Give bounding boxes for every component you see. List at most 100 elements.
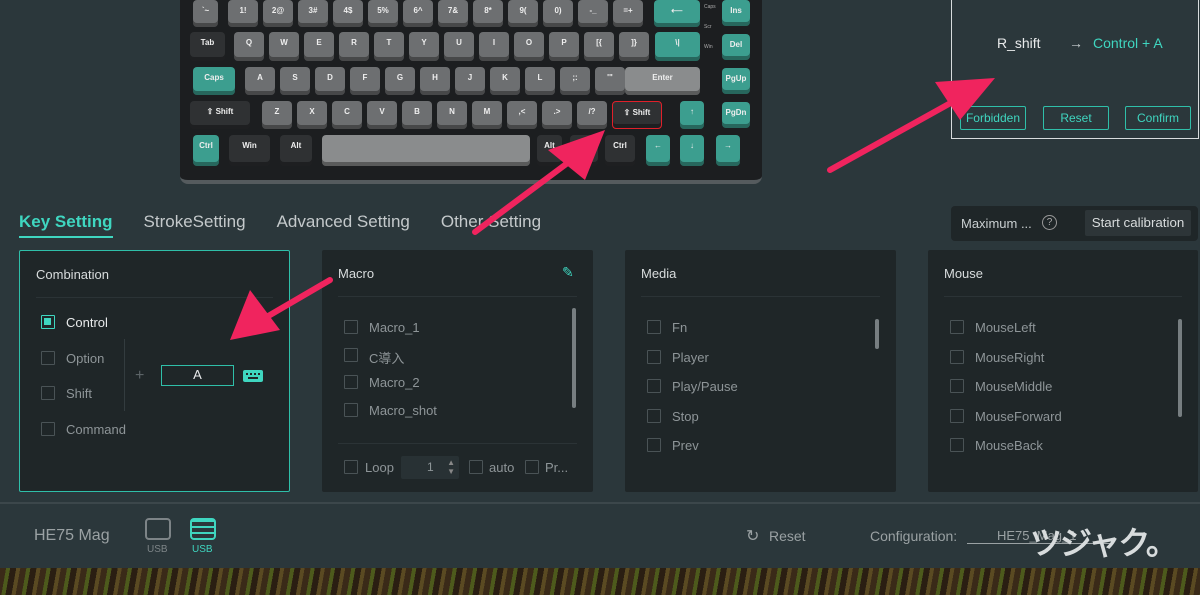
keyboard-key[interactable]: K	[490, 67, 520, 95]
keyboard-key[interactable]: E	[304, 32, 334, 61]
confirm-button[interactable]: Confirm	[1125, 106, 1191, 130]
keyboard-key[interactable]: Z	[262, 101, 292, 129]
tab-advanced-setting[interactable]: Advanced Setting	[277, 212, 410, 238]
keyboard-key[interactable]: D	[315, 67, 345, 95]
keyboard-key[interactable]: P	[549, 32, 579, 61]
key-input[interactable]: A	[161, 365, 234, 386]
control-checkbox[interactable]	[41, 315, 55, 329]
keyboard-key[interactable]: Enter	[625, 67, 700, 95]
keyboard-key[interactable]: Ins	[722, 0, 750, 26]
mouse-item-checkbox[interactable]	[950, 349, 964, 364]
keyboard-key[interactable]: ↑	[680, 101, 704, 129]
keyboard-key[interactable]: ⟵	[654, 0, 700, 27]
media-item-checkbox[interactable]	[647, 320, 661, 334]
keyboard-key[interactable]: ⇧ Shift	[190, 101, 250, 129]
stepper-arrows-icon[interactable]: ▲ ▼	[447, 458, 455, 476]
keyboard-key[interactable]: ,<	[507, 101, 537, 129]
keyboard-key[interactable]: L	[525, 67, 555, 95]
keyboard-key[interactable]: 9(	[508, 0, 538, 27]
keyboard-key[interactable]: H	[420, 67, 450, 95]
auto-checkbox[interactable]	[469, 460, 483, 474]
keyboard-device-active-icon[interactable]	[190, 518, 216, 540]
scrollbar[interactable]	[572, 308, 576, 408]
media-item-checkbox[interactable]	[647, 438, 661, 452]
command-checkbox[interactable]	[41, 422, 55, 436]
help-icon[interactable]: ?	[1042, 215, 1057, 230]
keyboard-key[interactable]: 2@	[263, 0, 293, 27]
keyboard-key[interactable]: Q	[234, 32, 264, 61]
mouse-item-checkbox[interactable]	[950, 379, 964, 393]
keyboard-key[interactable]: 4$	[333, 0, 363, 27]
media-item-checkbox[interactable]	[647, 379, 661, 393]
keyboard-icon[interactable]	[243, 370, 263, 382]
keyboard-key[interactable]: O	[514, 32, 544, 61]
keyboard-key[interactable]: Tab	[190, 32, 225, 61]
keyboard-key[interactable]: Alt	[280, 135, 312, 166]
keyboard-key[interactable]: [{	[584, 32, 614, 61]
keyboard-key[interactable]: T	[374, 32, 404, 61]
footer-reset-button[interactable]: Reset	[769, 528, 806, 544]
mouse-item-checkbox[interactable]	[950, 408, 964, 423]
start-calibration-button[interactable]: Start calibration	[1085, 210, 1191, 236]
keyboard-key[interactable]: ;:	[560, 67, 590, 95]
macro-item-checkbox[interactable]	[344, 320, 358, 334]
keyboard-key[interactable]: PgDn	[722, 102, 750, 128]
keyboard-key[interactable]: M	[472, 101, 502, 129]
tab-key-setting[interactable]: Key Setting	[19, 212, 113, 238]
keyboard-key[interactable]: 3#	[298, 0, 328, 27]
mouse-item-checkbox[interactable]	[950, 438, 964, 452]
keyboard-key[interactable]: Del	[722, 34, 750, 60]
macro-item-checkbox[interactable]	[344, 402, 358, 417]
reset-button[interactable]: Reset	[1043, 106, 1109, 130]
keyboard-key[interactable]: 7&	[438, 0, 468, 27]
pr-checkbox[interactable]	[525, 460, 539, 474]
reset-icon[interactable]: ↻	[746, 526, 759, 546]
loop-checkbox[interactable]	[344, 460, 358, 474]
keyboard-key[interactable]: W	[269, 32, 299, 61]
macro-item-checkbox[interactable]	[344, 347, 358, 362]
keyboard-key[interactable]: B	[402, 101, 432, 129]
keyboard-key[interactable]: ]}	[619, 32, 649, 61]
keyboard-key[interactable]: →	[716, 135, 740, 166]
keyboard-key[interactable]: `~	[193, 0, 218, 27]
media-item-checkbox[interactable]	[647, 408, 661, 423]
keyboard-key[interactable]: G	[385, 67, 415, 95]
keyboard-key[interactable]: C	[332, 101, 362, 129]
forbidden-button[interactable]: Forbidden	[960, 106, 1026, 130]
keyboard-key[interactable]: Ctrl	[193, 135, 219, 166]
keyboard-key[interactable]: X	[297, 101, 327, 129]
keyboard-key[interactable]: V	[367, 101, 397, 129]
keyboard-key[interactable]: I	[479, 32, 509, 61]
keyboard-key[interactable]: U	[444, 32, 474, 61]
keyboard-key[interactable]: 6^	[403, 0, 433, 27]
keyboard-key[interactable]: PgUp	[722, 68, 750, 94]
keyboard-key[interactable]: F	[350, 67, 380, 95]
keyboard-key[interactable]: Alt	[537, 135, 562, 166]
loop-count-stepper[interactable]: 1 ▲ ▼	[401, 456, 459, 479]
keyboard-key[interactable]: R	[339, 32, 369, 61]
key-right-shift-selected[interactable]: ⇧ Shift	[612, 101, 662, 129]
scrollbar[interactable]	[1178, 319, 1182, 417]
keyboard-key[interactable]: N	[437, 101, 467, 129]
keyboard-key[interactable]: Caps	[193, 67, 235, 95]
keyboard-key[interactable]: 8*	[473, 0, 503, 27]
mouse-item-checkbox[interactable]	[950, 320, 964, 334]
keyboard-device-icon[interactable]	[145, 518, 171, 540]
keyboard-key[interactable]: .>	[542, 101, 572, 129]
keyboard-key[interactable]: -_	[578, 0, 608, 27]
macro-item-checkbox[interactable]	[344, 375, 358, 389]
keyboard-key[interactable]: S	[280, 67, 310, 95]
media-item-checkbox[interactable]	[647, 349, 661, 364]
keyboard-key[interactable]: \|	[655, 32, 700, 61]
keyboard-key[interactable]: A	[245, 67, 275, 95]
shift-checkbox[interactable]	[41, 386, 55, 400]
keyboard-key[interactable]	[322, 135, 530, 166]
keyboard-key[interactable]: =+	[613, 0, 643, 27]
keyboard-key[interactable]: '"	[595, 67, 625, 95]
keyboard-key[interactable]: ↓	[680, 135, 704, 166]
keyboard-key[interactable]: Win	[229, 135, 270, 166]
keyboard-key[interactable]: Ctrl	[605, 135, 635, 166]
tab-other-setting[interactable]: Other Setting	[441, 212, 541, 238]
keyboard-key[interactable]: /?	[577, 101, 607, 129]
keyboard-key[interactable]: Fn	[570, 135, 598, 166]
